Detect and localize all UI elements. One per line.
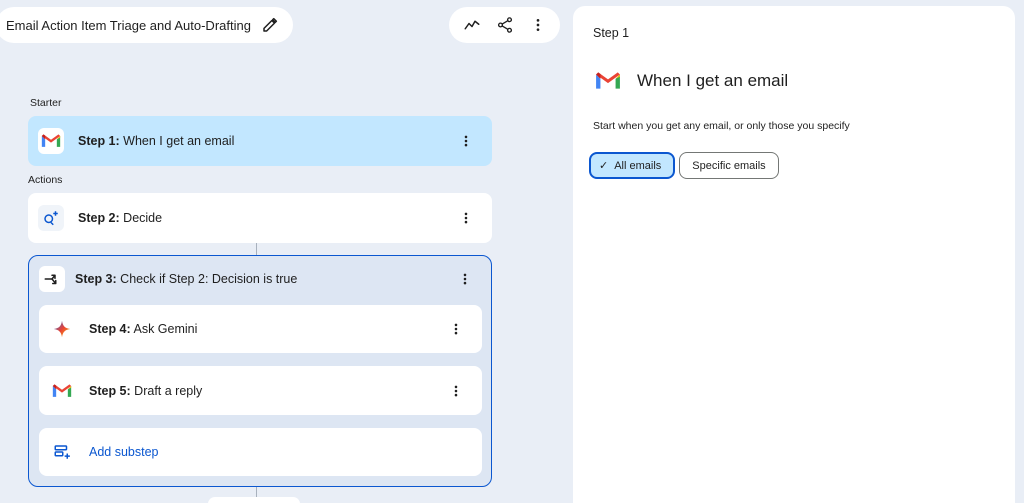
panel-title: When I get an email [637,71,789,90]
step-1-text: Step 1: When I get an email [78,134,235,148]
step-3-text: Step 3: Check if Step 2: Decision is tru… [75,272,298,286]
gmail-icon [593,66,623,96]
starter-label: Starter [30,97,62,109]
step-4-menu-button[interactable] [448,319,464,339]
step-1-menu-button[interactable] [458,131,474,151]
step-2-text: Step 2: Decide [78,211,163,225]
email-filter-chips: ✓ All emails Specific emails [589,152,779,179]
share-icon [497,17,512,33]
add-substep-icon [49,439,75,465]
more-options-button[interactable] [525,12,551,38]
more-vert-icon [464,135,468,147]
branch-icon [39,266,65,292]
step-5-text: Step 5: Draft a reply [89,383,203,398]
activity-button[interactable] [459,12,485,38]
check-icon: ✓ [599,160,609,172]
step-detail-panel: Step 1 When I get an email Start when yo… [573,6,1015,503]
decide-icon [38,205,64,231]
step-1-card[interactable]: Step 1: When I get an email [28,116,492,166]
more-vert-icon [536,19,539,31]
more-vert-icon [454,323,458,335]
step-2-menu-button[interactable] [458,208,474,228]
step-4-card[interactable]: Step 4: Ask Gemini [39,305,482,353]
flow-title: Email Action Item Triage and Auto-Drafti… [6,17,251,33]
all-emails-chip[interactable]: ✓ All emails [589,152,676,179]
step-5-menu-button[interactable] [448,381,464,401]
more-vert-icon [464,212,468,224]
chip-label: Specific emails [692,159,766,172]
gmail-icon [49,377,75,404]
step-4-text: Step 4: Ask Gemini [89,322,198,336]
actions-label: Actions [28,174,63,186]
add-substep-button[interactable]: Add substep [39,428,482,476]
more-vert-icon [463,273,467,285]
flow-toolbar [449,7,560,43]
step-3-card[interactable]: Step 3: Check if Step 2: Decision is tru… [29,256,491,302]
panel-step-label: Step 1 [593,26,630,40]
add-substep-label: Add substep [89,445,159,459]
step-5-card[interactable]: Step 5: Draft a reply [39,366,482,415]
specific-emails-chip[interactable]: Specific emails [679,152,779,179]
connector-line [256,243,257,255]
panel-header: When I get an email [593,66,788,96]
panel-description: Start when you get any email, or only th… [593,120,850,132]
gmail-icon [38,128,64,154]
step-3-menu-button[interactable] [457,269,473,289]
edit-title-button[interactable] [261,16,279,34]
next-step-stub [208,497,300,503]
pencil-icon [263,17,278,32]
more-vert-icon [454,385,458,396]
trend-icon [464,20,479,30]
share-button[interactable] [492,12,518,38]
gemini-icon [49,316,75,342]
step-2-card[interactable]: Step 2: Decide [28,193,492,243]
flow-title-pill: Email Action Item Triage and Auto-Drafti… [0,7,293,43]
chip-label: All emails [614,159,662,172]
